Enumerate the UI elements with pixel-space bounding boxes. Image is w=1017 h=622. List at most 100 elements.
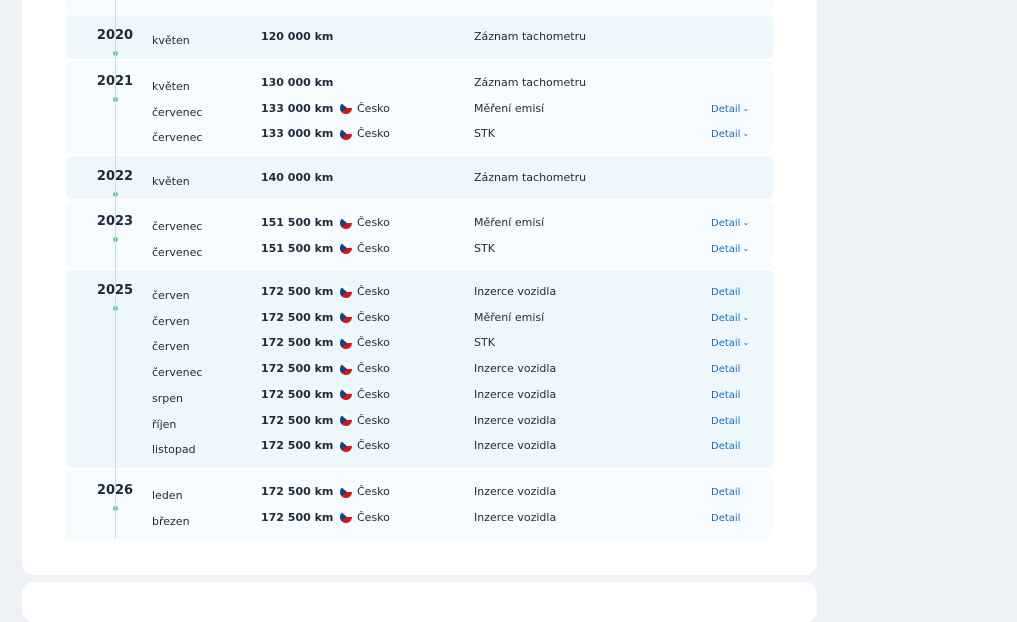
row-country: Česko [340,439,390,452]
row-country: Česko [340,336,390,349]
row-month: červen [152,340,190,354]
history-row: květen 130 000 km Záznam tachometru [66,76,773,96]
detail-link[interactable]: Detail ⌄ [711,244,749,255]
czech-flag-icon [340,285,352,298]
country-name: Česko [357,413,390,427]
detail-link[interactable]: Detail [711,287,740,298]
history-row: červenec 172 500 km Česko Inzerce vozidla De… [66,362,773,382]
row-event: Inzerce vozidla [474,485,557,498]
history-row: červen 172 500 km Česko Měření emisí Detail ⌄ [66,311,773,331]
row-event: Inzerce vozidla [474,362,557,376]
row-country: Česko [340,102,390,115]
row-month: červen [152,289,190,302]
detail-link[interactable]: Detail [711,416,740,427]
row-mileage: 151 500 km [261,216,334,229]
year-group-2023: 2023červenec151 500 kmČeskoMěření emisíD… [66,201,773,268]
row-mileage: 172 500 km [261,285,334,298]
row-event: Inzerce vozidla [474,439,557,453]
country-name: Česko [357,387,390,401]
row-country: Česko [340,311,390,324]
detail-link-label: Detail [711,512,741,524]
chevron-down-icon: ⌄ [742,338,750,348]
detail-link[interactable]: Detail [711,441,740,452]
country-name: Česko [357,510,390,524]
row-mileage: 133 000 km [261,127,334,141]
row-country: Česko [340,511,390,524]
detail-link-label: Detail [711,218,741,229]
year-group-2025: 2025červen172 500 kmČeskoInzerce vozidla… [66,270,773,468]
row-month: květen [152,34,190,47]
country-name: Česko [357,310,390,324]
row-mileage: 130 000 km [261,76,334,89]
row-event: STK [474,241,495,255]
history-row: červenec 133 000 km Česko STK Detail ⌄ [66,127,773,147]
row-event: Inzerce vozidla [474,413,557,427]
row-event: Inzerce vozidla [474,285,557,298]
row-event: STK [474,336,495,350]
chevron-down-icon: ⌄ [742,103,750,113]
detail-link[interactable]: Detail ⌄ [711,218,749,229]
row-mileage: 140 000 km [261,171,334,184]
row-event: Záznam tachometru [474,30,587,43]
czech-flag-icon [340,414,352,426]
country-name: Česko [357,127,390,141]
row-mileage: 172 500 km [261,510,334,524]
year-group-2020: 2020květen120 000 kmZáznam tachometru [66,15,773,59]
row-mileage: 151 500 km [261,241,334,255]
row-mileage: 172 500 km [261,485,334,498]
detail-link[interactable]: Detail [711,364,740,375]
row-month: květen [152,175,190,188]
country-name: Česko [357,216,390,229]
detail-link-label: Detail [711,364,741,376]
detail-link[interactable]: Detail [711,487,740,498]
czech-flag-icon [340,439,352,452]
previous-group-tail [66,0,773,14]
row-country: Česko [340,414,390,427]
czech-flag-icon [340,485,352,498]
chevron-down-icon: ⌄ [742,129,750,139]
row-month: leden [152,489,183,502]
row-country: Česko [340,242,390,255]
row-country: Česko [340,285,390,298]
country-name: Česko [357,362,390,376]
detail-link-label: Detail [711,338,741,350]
row-country: Česko [340,362,390,375]
next-card [22,582,817,622]
row-country: Česko [340,127,390,140]
history-row: květen 120 000 km Záznam tachometru [66,30,773,50]
detail-link[interactable]: Detail ⌄ [711,338,749,349]
row-mileage: 172 500 km [261,387,334,401]
detail-link[interactable]: Detail ⌄ [711,129,749,140]
row-country: Česko [340,216,390,229]
row-month: červen [152,314,190,328]
czech-flag-icon [340,102,352,115]
year-group-2022: 2022květen140 000 kmZáznam tachometru [66,156,773,199]
row-month: červenec [152,220,203,233]
detail-link-label: Detail [711,389,741,401]
detail-link-label: Detail [711,487,741,498]
country-name: Česko [357,485,390,498]
history-row: červenec 133 000 km Česko Měření emisí Detai… [66,102,773,122]
detail-link[interactable]: Detail ⌄ [711,104,749,115]
detail-link[interactable]: Detail [711,513,740,524]
row-mileage: 133 000 km [261,101,334,115]
detail-link[interactable]: Detail [711,390,740,401]
czech-flag-icon [340,216,352,229]
row-country: Česko [340,388,390,401]
country-name: Česko [357,285,390,298]
detail-link-label: Detail [711,287,741,298]
detail-link-label: Detail [711,243,741,255]
year-group-2021: 2021květen130 000 kmZáznam tachometručer… [66,61,773,154]
row-event: Měření emisí [474,216,545,229]
chevron-down-icon: ⌄ [742,218,750,227]
vehicle-history-timeline: 2020květen120 000 kmZáznam tachometru202… [66,0,773,539]
row-event: Inzerce vozidla [474,510,557,524]
chevron-down-icon: ⌄ [742,243,750,253]
row-mileage: 172 500 km [261,413,334,427]
detail-link[interactable]: Detail ⌄ [711,313,749,324]
history-row: červen 172 500 km Česko Inzerce vozidla Deta… [66,285,773,305]
czech-flag-icon [340,388,352,401]
history-row: květen 140 000 km Záznam tachometru [66,171,773,191]
row-month: červenec [152,245,203,259]
row-mileage: 120 000 km [261,30,334,43]
